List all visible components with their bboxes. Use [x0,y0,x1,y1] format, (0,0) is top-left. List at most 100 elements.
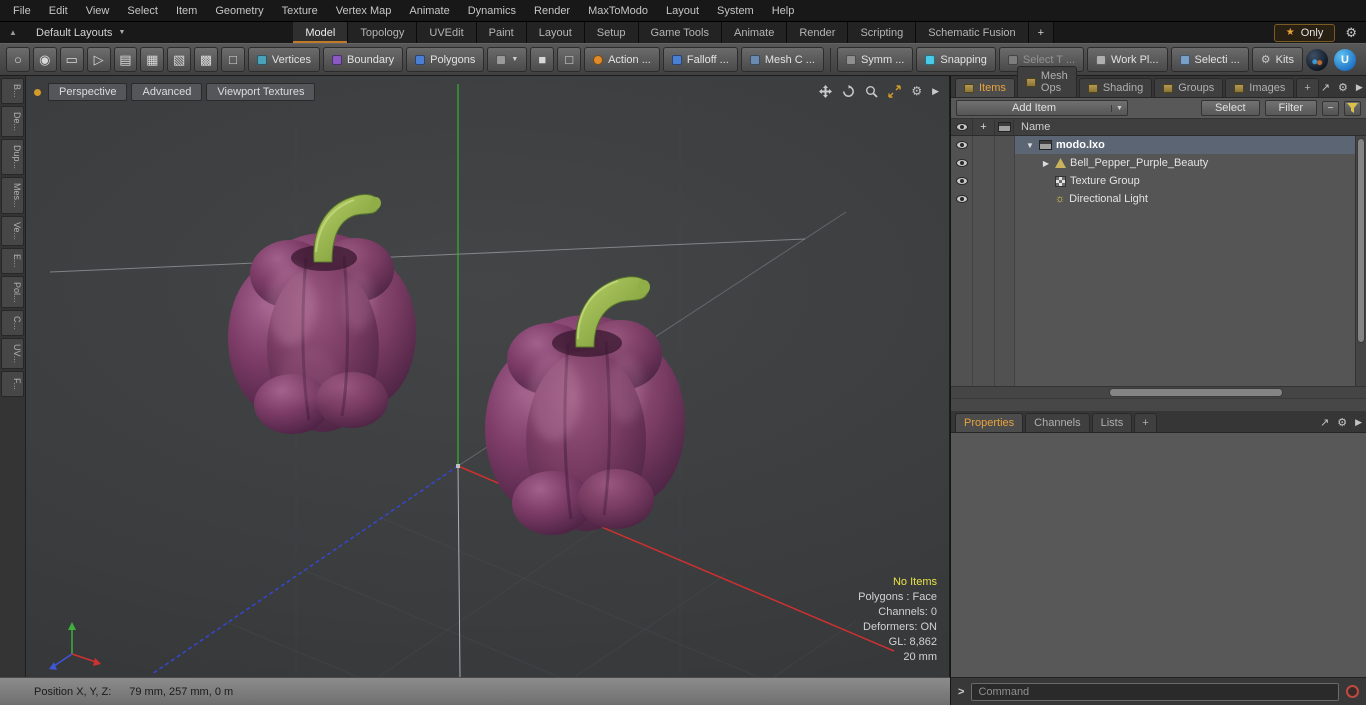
visibility-cell[interactable] [951,172,973,190]
tree-disclosure-icon[interactable]: ▼ [1025,141,1035,150]
menu-animate[interactable]: Animate [400,1,458,21]
add-item-dropdown[interactable]: Add Item ▼ [956,100,1128,116]
viewport-3d[interactable]: Perspective Advanced Viewport Textures ⚙… [26,76,950,677]
foundry-logo-icon[interactable]: U [1334,48,1356,71]
menu-dynamics[interactable]: Dynamics [459,1,525,21]
menu-texture[interactable]: Texture [273,1,327,21]
menu-select[interactable]: Select [118,1,167,21]
strip-tab-mesh-edit[interactable]: Mes... [1,177,24,214]
action-center-button[interactable]: Action ... [584,47,660,72]
extrude-tool-icon[interactable]: ▩ [194,47,218,72]
modo-logo-icon[interactable] [1306,48,1328,71]
add-panel-tab-button[interactable]: + [1296,78,1319,97]
menu-vertex-map[interactable]: Vertex Map [327,1,401,21]
tab-scripting[interactable]: Scripting [848,22,917,43]
menu-render[interactable]: Render [525,1,579,21]
tree-label-mesh[interactable]: Bell_Pepper_Purple_Beauty [1070,157,1208,169]
menu-layout[interactable]: Layout [657,1,708,21]
expand-panel-icon[interactable]: ↗ [1321,81,1330,94]
selection-sets-button[interactable]: Selecti ... [1170,47,1249,72]
eye-icon[interactable] [956,159,968,167]
default-layouts-dropdown[interactable]: Default Layouts ▼ [26,22,135,43]
tree-vertical-scrollbar[interactable] [1355,136,1366,386]
collapse-all-button[interactable]: − [1322,100,1339,116]
gear-icon[interactable]: ⚙ [1345,25,1357,41]
tab-render[interactable]: Render [787,22,849,43]
tab-paint[interactable]: Paint [476,22,527,43]
strip-tab-uv[interactable]: UV... [1,338,24,370]
eye-icon[interactable] [956,195,968,203]
tab-shading[interactable]: Shading [1078,78,1153,97]
strip-tab-basic[interactable]: B... [1,78,24,104]
tree-label-directional-light[interactable]: Directional Light [1069,193,1148,205]
visibility-cell[interactable] [951,154,973,172]
item-mode-dropdown[interactable]: ▼ [487,47,528,72]
menu-edit[interactable]: Edit [40,1,77,21]
strip-tab-polygon[interactable]: Pol... [1,275,24,309]
falloff-button[interactable]: Falloff ... [662,47,738,72]
cube-tool-icon[interactable]: □ [221,47,245,72]
menu-geometry[interactable]: Geometry [206,1,272,21]
viewport-settings-gear-icon[interactable]: ⚙ [911,84,922,98]
properties-menu-arrow-icon[interactable]: ▶ [1355,417,1362,428]
tree-label-texture-group[interactable]: Texture Group [1070,175,1140,187]
snapping-button[interactable]: Snapping [916,47,996,72]
strip-tab-duplicate[interactable]: Dup... [1,139,24,176]
sphere-tool-icon[interactable]: ◉ [32,47,57,72]
add-layout-tab-button[interactable]: + [1028,22,1055,43]
collapse-layouts-icon[interactable]: ▲ [0,22,26,43]
bevel-tool-icon[interactable]: ▧ [167,47,192,72]
tab-topology[interactable]: Topology [348,22,418,43]
menu-maxtomodo[interactable]: MaxToModo [579,1,657,21]
pepper-right-mesh[interactable] [485,276,685,535]
element-copy-icon[interactable]: □ [557,47,582,72]
viewport-tab-perspective[interactable]: Perspective [48,83,128,101]
command-input[interactable] [971,682,1339,701]
tab-layout[interactable]: Layout [526,22,585,43]
menu-file[interactable]: File [4,1,40,21]
capsule-tool-icon[interactable]: ▭ [59,47,84,72]
add-properties-tab-button[interactable]: + [1134,413,1157,432]
viewport-tab-textures[interactable]: Viewport Textures [206,83,316,101]
pan-move-icon[interactable] [819,84,833,98]
rotate-view-icon[interactable] [842,84,855,98]
filter-button[interactable]: Filter [1264,100,1317,116]
cursor-tool-icon[interactable]: ▷ [86,47,111,72]
panel-gear-icon[interactable]: ⚙ [1338,81,1348,94]
only-button[interactable]: ★ Only [1273,23,1336,42]
kits-button[interactable]: ⚙ Kits [1251,47,1303,72]
tab-lists[interactable]: Lists [1091,413,1133,432]
viewport-tab-advanced[interactable]: Advanced [131,83,203,101]
vertices-mode-button[interactable]: Vertices [247,47,321,72]
tree-label-scene[interactable]: modo.lxo [1056,139,1105,151]
menu-item[interactable]: Item [167,1,206,21]
tab-images[interactable]: Images [1225,78,1295,97]
mirror-tool-icon[interactable]: ▤ [113,47,138,72]
expand-panel-icon[interactable]: ↗ [1320,416,1329,429]
record-macro-icon[interactable] [1346,685,1359,698]
tab-setup[interactable]: Setup [584,22,639,43]
tree-row-mesh[interactable]: ▶ Bell_Pepper_Purple_Beauty [951,154,1355,172]
eye-icon[interactable] [956,141,968,149]
panel-menu-arrow-icon[interactable]: ▶ [1356,82,1363,93]
mesh-constraint-button[interactable]: Mesh C ... [740,47,824,72]
work-plane-button[interactable]: Work Pl... [1087,47,1168,72]
tab-animate[interactable]: Animate [722,22,788,43]
tab-items[interactable]: Items [955,78,1015,97]
strip-tab-vertex[interactable]: Ve... [1,215,24,246]
strip-tab-falloffs[interactable]: F... [1,371,24,398]
tab-uvedit[interactable]: UVEdit [417,22,477,43]
visibility-cell[interactable] [951,190,973,208]
strip-tab-edge[interactable]: E... [1,247,24,274]
viewport-canvas[interactable] [26,76,950,677]
menu-help[interactable]: Help [763,1,804,21]
tab-game-tools[interactable]: Game Tools [638,22,722,43]
strip-tab-curves[interactable]: C... [1,310,24,337]
tree-row-scene[interactable]: ▼ modo.lxo [951,136,1355,154]
tab-channels[interactable]: Channels [1025,413,1090,432]
array-tool-icon[interactable]: ▦ [140,47,165,72]
tree-horizontal-scrollbar[interactable] [951,386,1366,398]
filter-funnel-button[interactable] [1344,100,1361,116]
boundary-mode-button[interactable]: Boundary [323,47,404,72]
pepper-left-mesh[interactable] [228,194,416,434]
